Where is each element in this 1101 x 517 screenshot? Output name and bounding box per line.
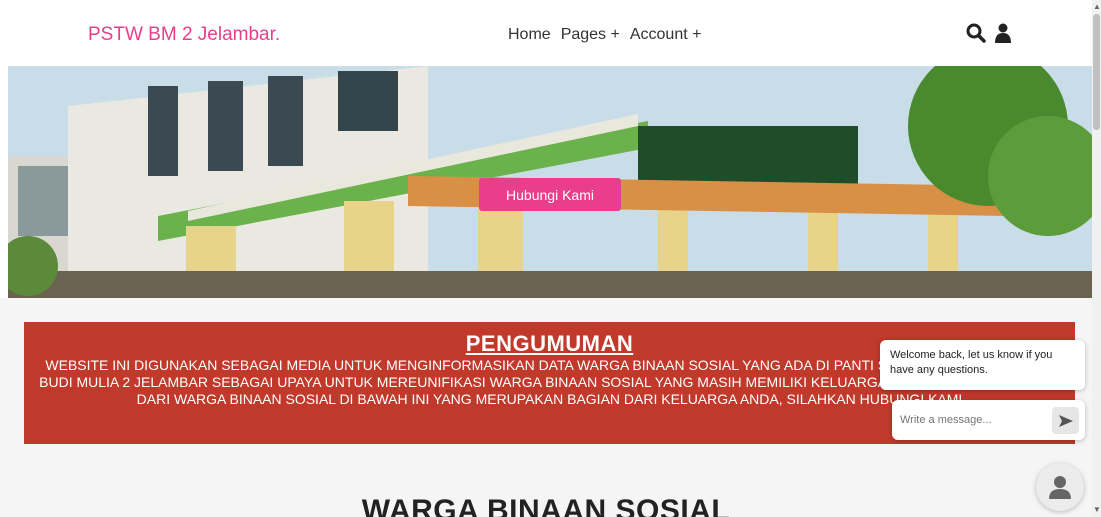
scroll-up-arrow-icon[interactable]: ▲ xyxy=(1093,2,1101,11)
nav-account[interactable]: Account + xyxy=(630,26,702,44)
nav-home[interactable]: Home xyxy=(508,26,551,44)
nav-pages[interactable]: Pages + xyxy=(561,26,620,44)
scroll-down-arrow-icon[interactable]: ▼ xyxy=(1093,505,1101,514)
scroll-thumb[interactable] xyxy=(1093,14,1100,130)
navbar: PSTW BM 2 Jelambar. Home Pages + Account… xyxy=(0,0,1092,66)
chat-input-box xyxy=(892,400,1085,440)
user-avatar-icon xyxy=(1049,476,1071,499)
chat-send-button[interactable] xyxy=(1052,407,1079,434)
chat-launcher[interactable] xyxy=(1036,463,1084,511)
page-scrollbar[interactable]: ▲ ▼ xyxy=(1092,0,1101,517)
hero-banner: Hubungi Kami xyxy=(8,66,1092,298)
nav-icons xyxy=(966,23,1012,48)
nav-links: Home Pages + Account + xyxy=(508,26,711,44)
contact-us-button[interactable]: Hubungi Kami xyxy=(479,178,621,211)
brand-logo[interactable]: PSTW BM 2 Jelambar. xyxy=(88,24,280,46)
send-icon xyxy=(1058,414,1073,427)
chat-welcome-bubble: Welcome back, let us know if you have an… xyxy=(880,340,1085,390)
chat-message-input[interactable] xyxy=(900,410,1040,430)
search-icon[interactable] xyxy=(966,23,986,48)
user-icon[interactable] xyxy=(994,23,1012,48)
section-title: WARGA BINAAN SOSIAL xyxy=(361,494,731,517)
